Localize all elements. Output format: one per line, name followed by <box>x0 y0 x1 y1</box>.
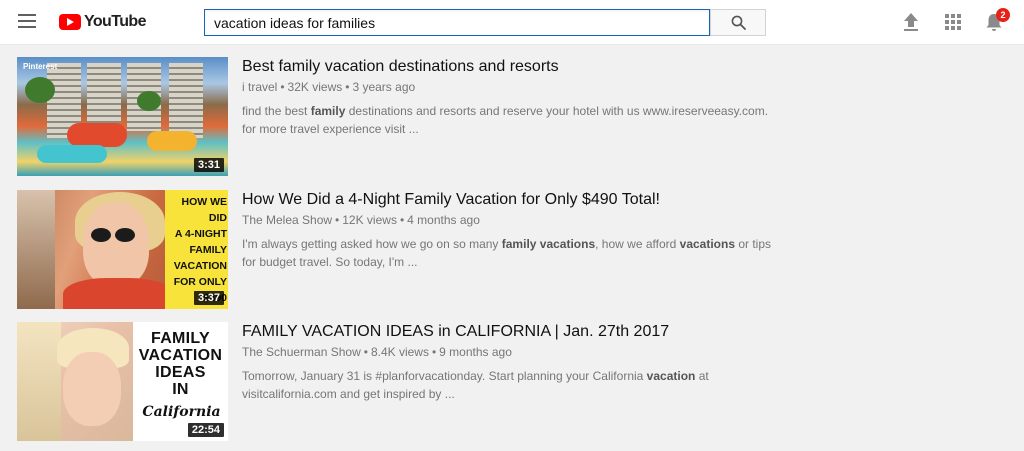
search-icon <box>731 15 746 30</box>
video-meta: i travel • 32K views • 3 years ago <box>242 80 416 94</box>
thumbnail-text: FAMILY VACATION IDEAS IN <box>138 330 223 398</box>
video-duration: 3:31 <box>193 158 224 172</box>
video-title[interactable]: FAMILY VACATION IDEAS in CALIFORNIA | Ja… <box>242 322 772 342</box>
video-result: HOW WE DID A 4-NIGHT FAMILY VACATION FOR… <box>17 190 777 309</box>
video-description: find the best family destinations and re… <box>242 104 769 136</box>
video-description: I'm always getting asked how we go on so… <box>242 237 772 269</box>
video-meta: The Melea Show • 12K views • 4 months ago <box>242 213 480 227</box>
upload-age: 9 months ago <box>439 345 512 359</box>
thumbnail-text: HOW WE DID A 4-NIGHT FAMILY VACATION FOR… <box>173 196 227 304</box>
channel-name[interactable]: The Melea Show <box>242 213 332 227</box>
video-info: How We Did a 4-Night Family Vacation for… <box>242 190 772 271</box>
view-count: 8.4K views <box>370 345 429 359</box>
search-input[interactable] <box>204 9 710 36</box>
thumbnail-script-text: California <box>142 404 221 420</box>
view-count: 12K views <box>342 213 397 227</box>
pinterest-label: Pinterest <box>23 62 58 71</box>
masthead: YouTube 2 <box>0 0 1024 45</box>
video-duration: 22:54 <box>187 423 224 437</box>
video-info: Best family vacation destinations and re… <box>242 57 772 138</box>
video-thumbnail[interactable]: FAMILY VACATION IDEAS IN California 22:5… <box>17 322 228 441</box>
video-title[interactable]: How We Did a 4-Night Family Vacation for… <box>242 190 772 210</box>
youtube-play-icon <box>59 14 81 30</box>
logo-text: YouTube <box>84 13 146 30</box>
video-info: FAMILY VACATION IDEAS in CALIFORNIA | Ja… <box>242 322 772 403</box>
upload-age: 4 months ago <box>407 213 480 227</box>
channel-name[interactable]: The Schuerman Show <box>242 345 361 359</box>
video-thumbnail[interactable]: HOW WE DID A 4-NIGHT FAMILY VACATION FOR… <box>17 190 228 309</box>
video-description: Tomorrow, January 31 is #planforvacation… <box>242 369 709 401</box>
video-result: Pinterest 3:31 Best family vacation dest… <box>17 57 777 176</box>
search-button[interactable] <box>710 9 766 36</box>
youtube-logo[interactable]: YouTube <box>59 12 146 32</box>
video-meta: The Schuerman Show • 8.4K views • 9 months a… <box>242 345 512 359</box>
upload-icon[interactable] <box>902 12 920 32</box>
view-count: 32K views <box>287 80 343 94</box>
notification-badge: 2 <box>996 8 1010 22</box>
video-thumbnail[interactable]: Pinterest 3:31 <box>17 57 228 176</box>
apps-icon[interactable] <box>945 14 961 30</box>
video-title[interactable]: Best family vacation destinations and re… <box>242 57 772 77</box>
menu-icon[interactable] <box>18 14 36 28</box>
upload-age: 3 years ago <box>352 80 416 94</box>
video-result: FAMILY VACATION IDEAS IN California 22:5… <box>17 322 777 441</box>
channel-name[interactable]: i travel <box>242 80 277 94</box>
video-duration: 3:37 <box>193 291 224 305</box>
